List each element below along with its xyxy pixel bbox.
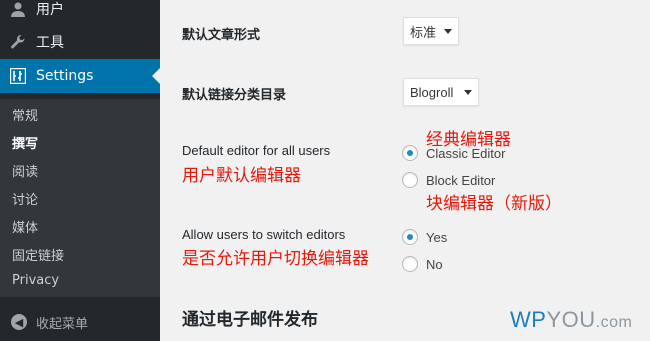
allow-switch-yes-option[interactable]: Yes [402,229,447,245]
classic-editor-label: Classic Editor [426,145,506,161]
post-format-label: 默认文章形式 [182,28,261,43]
menu-item-label: 工具 [36,35,64,51]
allow-switch-yes-radio[interactable] [402,229,418,245]
menu-item-tools[interactable]: 工具 [0,25,160,59]
chevron-down-icon [444,29,452,34]
menu-item-users[interactable]: 用户 [0,0,160,26]
settings-submenu: 常规 撰写 阅读 讨论 媒体 固定链接 Privacy [0,99,160,297]
submenu-item-general[interactable]: 常规 [12,105,38,124]
watermark-com: .com [595,314,633,331]
block-editor-radio[interactable] [402,172,418,188]
default-editor-label: Default editor for all users [182,143,331,158]
block-editor-annotation: 块编辑器（新版） [426,194,562,214]
writing-settings-form: 默认文章形式 标准 默认链接分类目录 Blogroll Default edit… [160,0,650,341]
user-icon [9,0,27,18]
menu-item-label: 用户 [36,2,64,18]
settings-icon [9,67,27,85]
chevron-down-icon [464,90,472,95]
submenu-item-reading[interactable]: 阅读 [12,161,38,180]
allow-switch-no-option[interactable]: No [402,256,443,272]
link-category-value: Blogroll [410,84,454,100]
email-section-title: 通过电子邮件发布 [182,310,318,330]
submenu-item-discussion[interactable]: 讨论 [12,189,38,208]
submenu-item-writing[interactable]: 撰写 [12,133,38,152]
wpyou-watermark-logo: WPYOU.com [510,307,632,333]
post-format-value: 标准 [410,24,437,40]
wrench-icon [9,33,27,51]
allow-switch-no-label: No [426,256,443,272]
collapse-arrow-icon: ◀ [11,314,27,330]
block-editor-option[interactable]: Block Editor [402,172,495,188]
admin-sidebar: 用户 工具 Settings 常规 撰写 阅读 讨论 媒体 固定链接 Priva… [0,0,160,341]
classic-editor-option[interactable]: Classic Editor [402,145,505,161]
link-category-label: 默认链接分类目录 [182,88,287,103]
allow-switch-no-radio[interactable] [402,256,418,272]
classic-editor-radio[interactable] [402,145,418,161]
submenu-item-privacy[interactable]: Privacy [12,273,59,288]
default-editor-annotation: 用户默认编辑器 [182,166,301,186]
menu-item-settings[interactable]: Settings [0,59,160,93]
block-editor-label: Block Editor [426,172,496,188]
collapse-menu-label: 收起菜单 [36,316,89,332]
menu-item-label: Settings [36,68,94,84]
link-category-select[interactable]: Blogroll [403,78,479,106]
watermark-wp: WP [510,307,547,332]
watermark-you: YOU [546,307,596,332]
allow-switch-annotation: 是否允许用户切换编辑器 [182,249,369,269]
post-format-select[interactable]: 标准 [403,17,459,45]
allow-switch-yes-label: Yes [426,229,448,245]
submenu-item-permalinks[interactable]: 固定链接 [12,245,64,264]
submenu-item-media[interactable]: 媒体 [12,217,38,236]
collapse-menu-button[interactable]: ◀ 收起菜单 [0,307,160,337]
allow-switch-label: Allow users to switch editors [182,227,346,242]
current-menu-arrow [152,68,160,84]
